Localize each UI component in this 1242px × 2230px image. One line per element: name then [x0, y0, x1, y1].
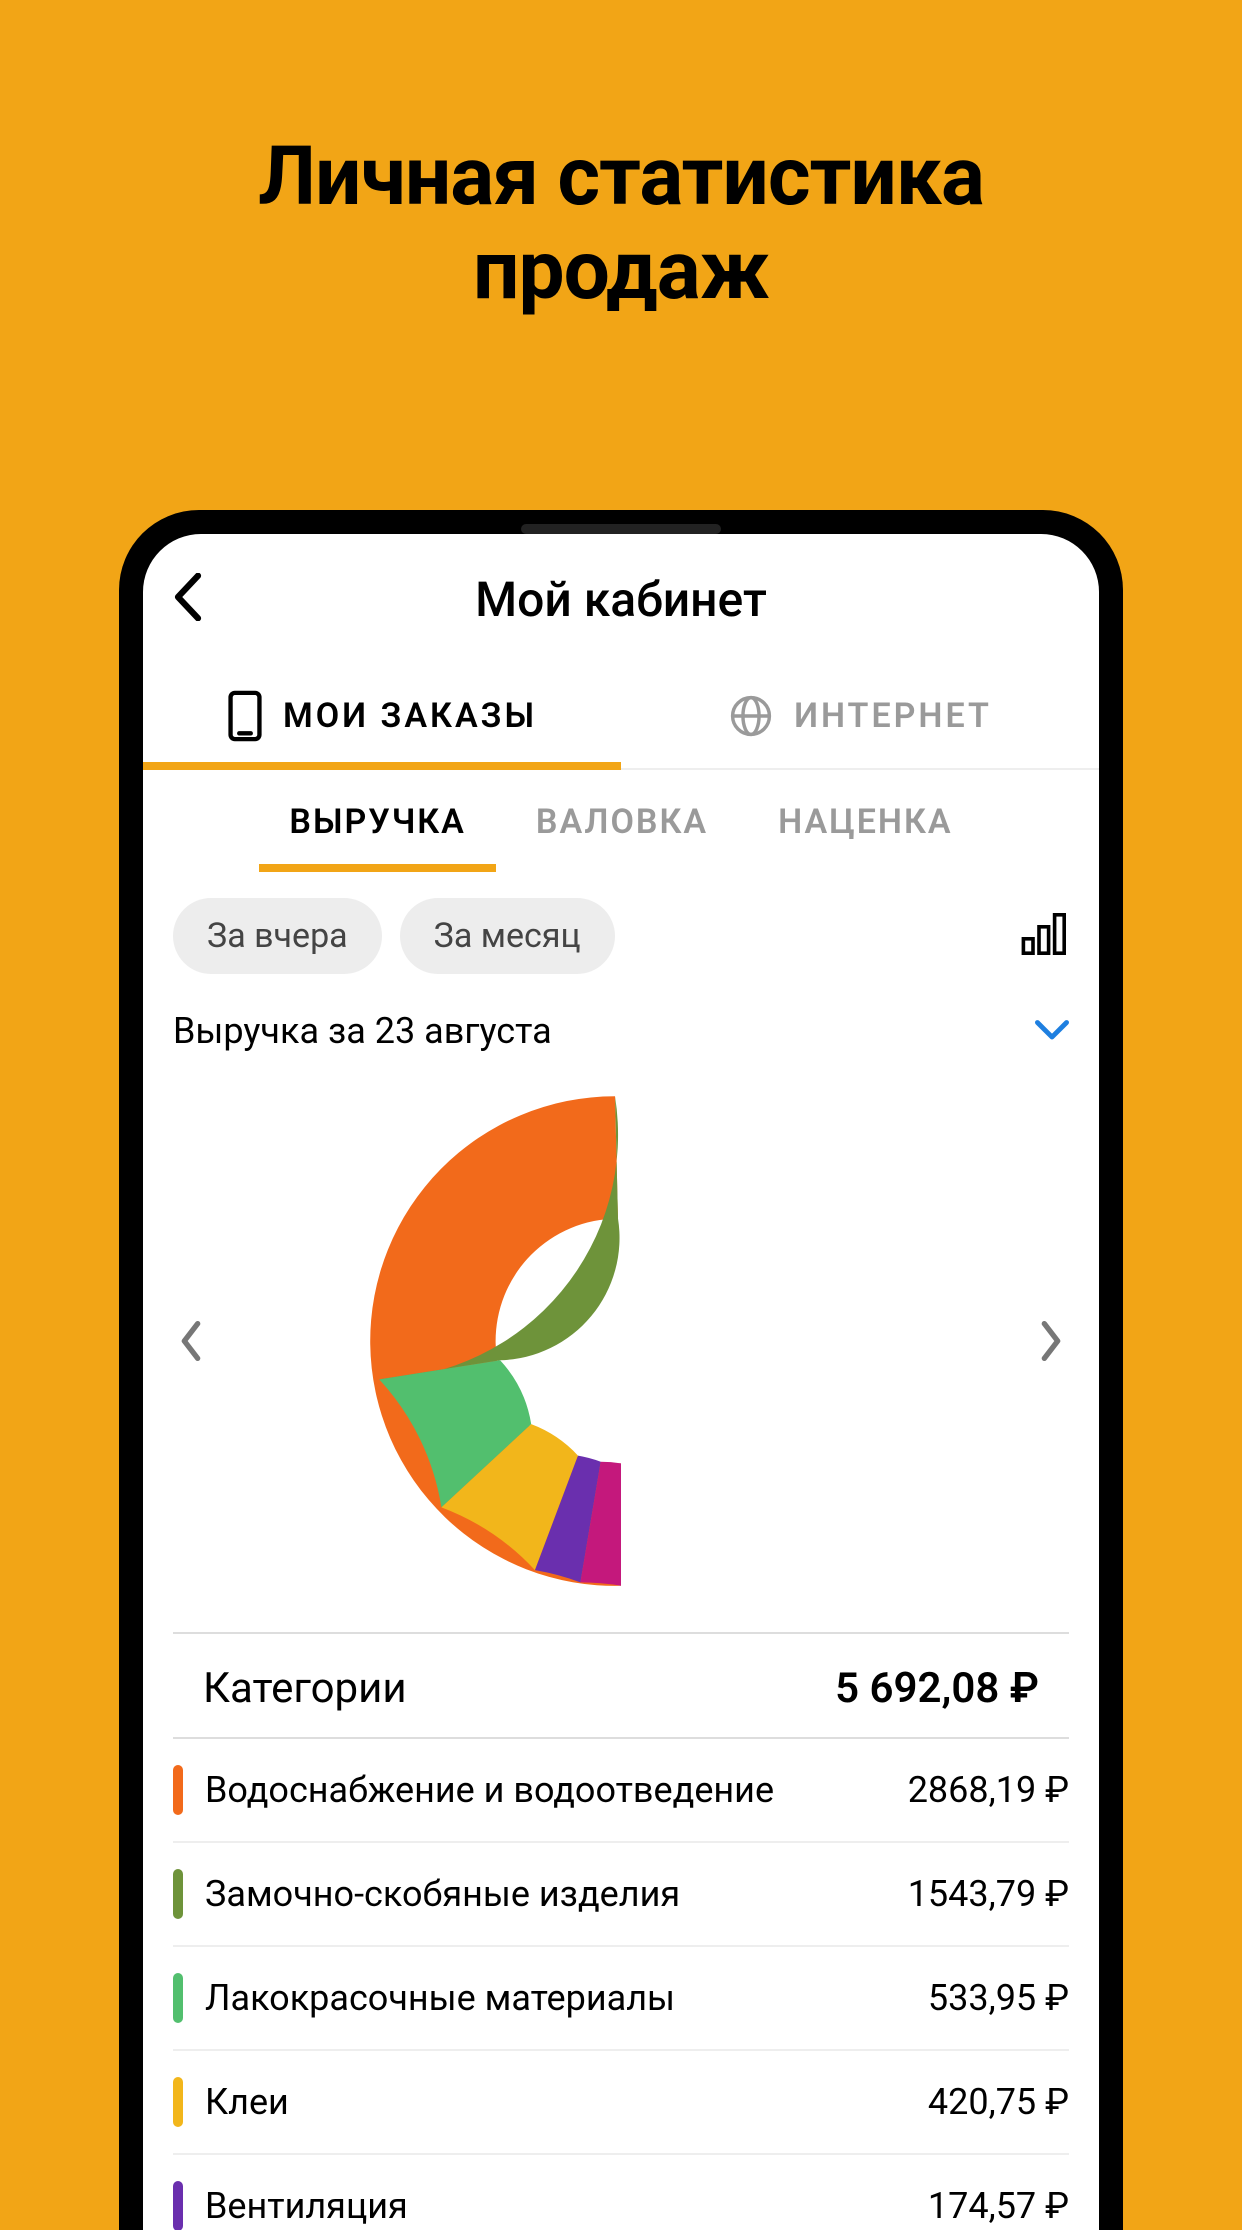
subtab-markup[interactable]: НАЦЕНКА: [768, 772, 963, 872]
tab-my-orders[interactable]: МОИ ЗАКАЗЫ: [143, 664, 621, 768]
category-value: 533,95 ₽: [928, 1977, 1069, 2019]
category-name: Водоснабжение и водоотведение: [205, 1769, 886, 1811]
category-swatch: [173, 2077, 183, 2127]
category-name: Замочно-скобяные изделия: [205, 1873, 886, 1915]
category-value: 1543,79 ₽: [908, 1873, 1069, 1915]
subtab-revenue[interactable]: ВЫРУЧКА: [279, 772, 476, 872]
category-value: 2868,19 ₽: [908, 1769, 1069, 1811]
subtab-gross-label: ВАЛОВКА: [536, 802, 708, 842]
sub-tabs: ВЫРУЧКА ВАЛОВКА НАЦЕНКА: [143, 770, 1099, 874]
subtab-gross[interactable]: ВАЛОВКА: [526, 772, 718, 872]
category-swatch: [173, 1765, 183, 1815]
back-button[interactable]: [173, 573, 203, 625]
list-item[interactable]: Лакокрасочные материалы 533,95 ₽: [173, 1947, 1069, 2051]
page-title: Мой кабинет: [475, 571, 767, 628]
section-header[interactable]: Выручка за 23 августа: [143, 988, 1099, 1060]
chart-prev-button[interactable]: [163, 1313, 219, 1369]
bar-chart-toggle[interactable]: [1021, 912, 1069, 960]
category-swatch: [173, 2181, 183, 2230]
bar-chart-icon: [1021, 912, 1069, 956]
category-value: 420,75 ₽: [928, 2081, 1069, 2123]
chip-month[interactable]: За месяц: [400, 898, 615, 974]
app-screen: Мой кабинет МОИ ЗАКАЗЫ ИНТЕРНЕТ: [143, 534, 1099, 2230]
chip-month-label: За месяц: [434, 916, 581, 956]
tab-internet-label: ИНТЕРНЕТ: [794, 696, 992, 736]
chart-next-button[interactable]: [1023, 1313, 1079, 1369]
category-value: 174,57 ₽: [928, 2185, 1069, 2227]
list-item[interactable]: Клеи 420,75 ₽: [173, 2051, 1069, 2155]
phone-frame: Мой кабинет МОИ ЗАКАЗЫ ИНТЕРНЕТ: [119, 510, 1123, 2230]
chevron-down-icon: [1035, 1020, 1069, 1042]
chip-yesterday[interactable]: За вчера: [173, 898, 382, 974]
subtab-revenue-label: ВЫРУЧКА: [289, 802, 466, 842]
promo-title-line2: продаж: [473, 223, 769, 319]
chevron-right-icon: [1039, 1321, 1063, 1361]
totals-row: Категории 5 692,08 ₽: [173, 1632, 1069, 1739]
tab-internet[interactable]: ИНТЕРНЕТ: [621, 664, 1099, 768]
chevron-left-icon: [179, 1321, 203, 1361]
date-filter-row: За вчера За месяц: [143, 874, 1099, 988]
tab-my-orders-label: МОИ ЗАКАЗЫ: [283, 696, 537, 736]
totals-value: 5 692,08 ₽: [835, 1664, 1039, 1713]
list-item[interactable]: Замочно-скобяные изделия 1543,79 ₽: [173, 1843, 1069, 1947]
phone-speaker: [521, 524, 721, 534]
category-swatch: [173, 1973, 183, 2023]
chevron-left-icon: [173, 573, 203, 621]
promo-title: Личная статистика продаж: [0, 0, 1242, 319]
category-name: Вентиляция: [205, 2185, 906, 2227]
list-item[interactable]: Водоснабжение и водоотведение 2868,19 ₽: [173, 1739, 1069, 1843]
subtab-markup-label: НАЦЕНКА: [778, 802, 953, 842]
category-name: Лакокрасочные материалы: [205, 1977, 906, 2019]
globe-icon: [728, 693, 774, 739]
donut-chart: [366, 1086, 876, 1596]
section-header-label: Выручка за 23 августа: [173, 1010, 552, 1052]
main-tabs: МОИ ЗАКАЗЫ ИНТЕРНЕТ: [143, 664, 1099, 770]
list-item[interactable]: Вентиляция 174,57 ₽: [173, 2155, 1069, 2230]
promo-title-line1: Личная статистика: [258, 129, 984, 225]
chart-area: [143, 1060, 1099, 1632]
category-list: Водоснабжение и водоотведение 2868,19 ₽ За…: [143, 1739, 1099, 2230]
chip-yesterday-label: За вчера: [207, 916, 348, 956]
totals-label: Категории: [203, 1664, 407, 1713]
category-swatch: [173, 1869, 183, 1919]
header: Мой кабинет: [143, 534, 1099, 664]
category-name: Клеи: [205, 2081, 906, 2123]
phone-icon: [227, 690, 263, 742]
